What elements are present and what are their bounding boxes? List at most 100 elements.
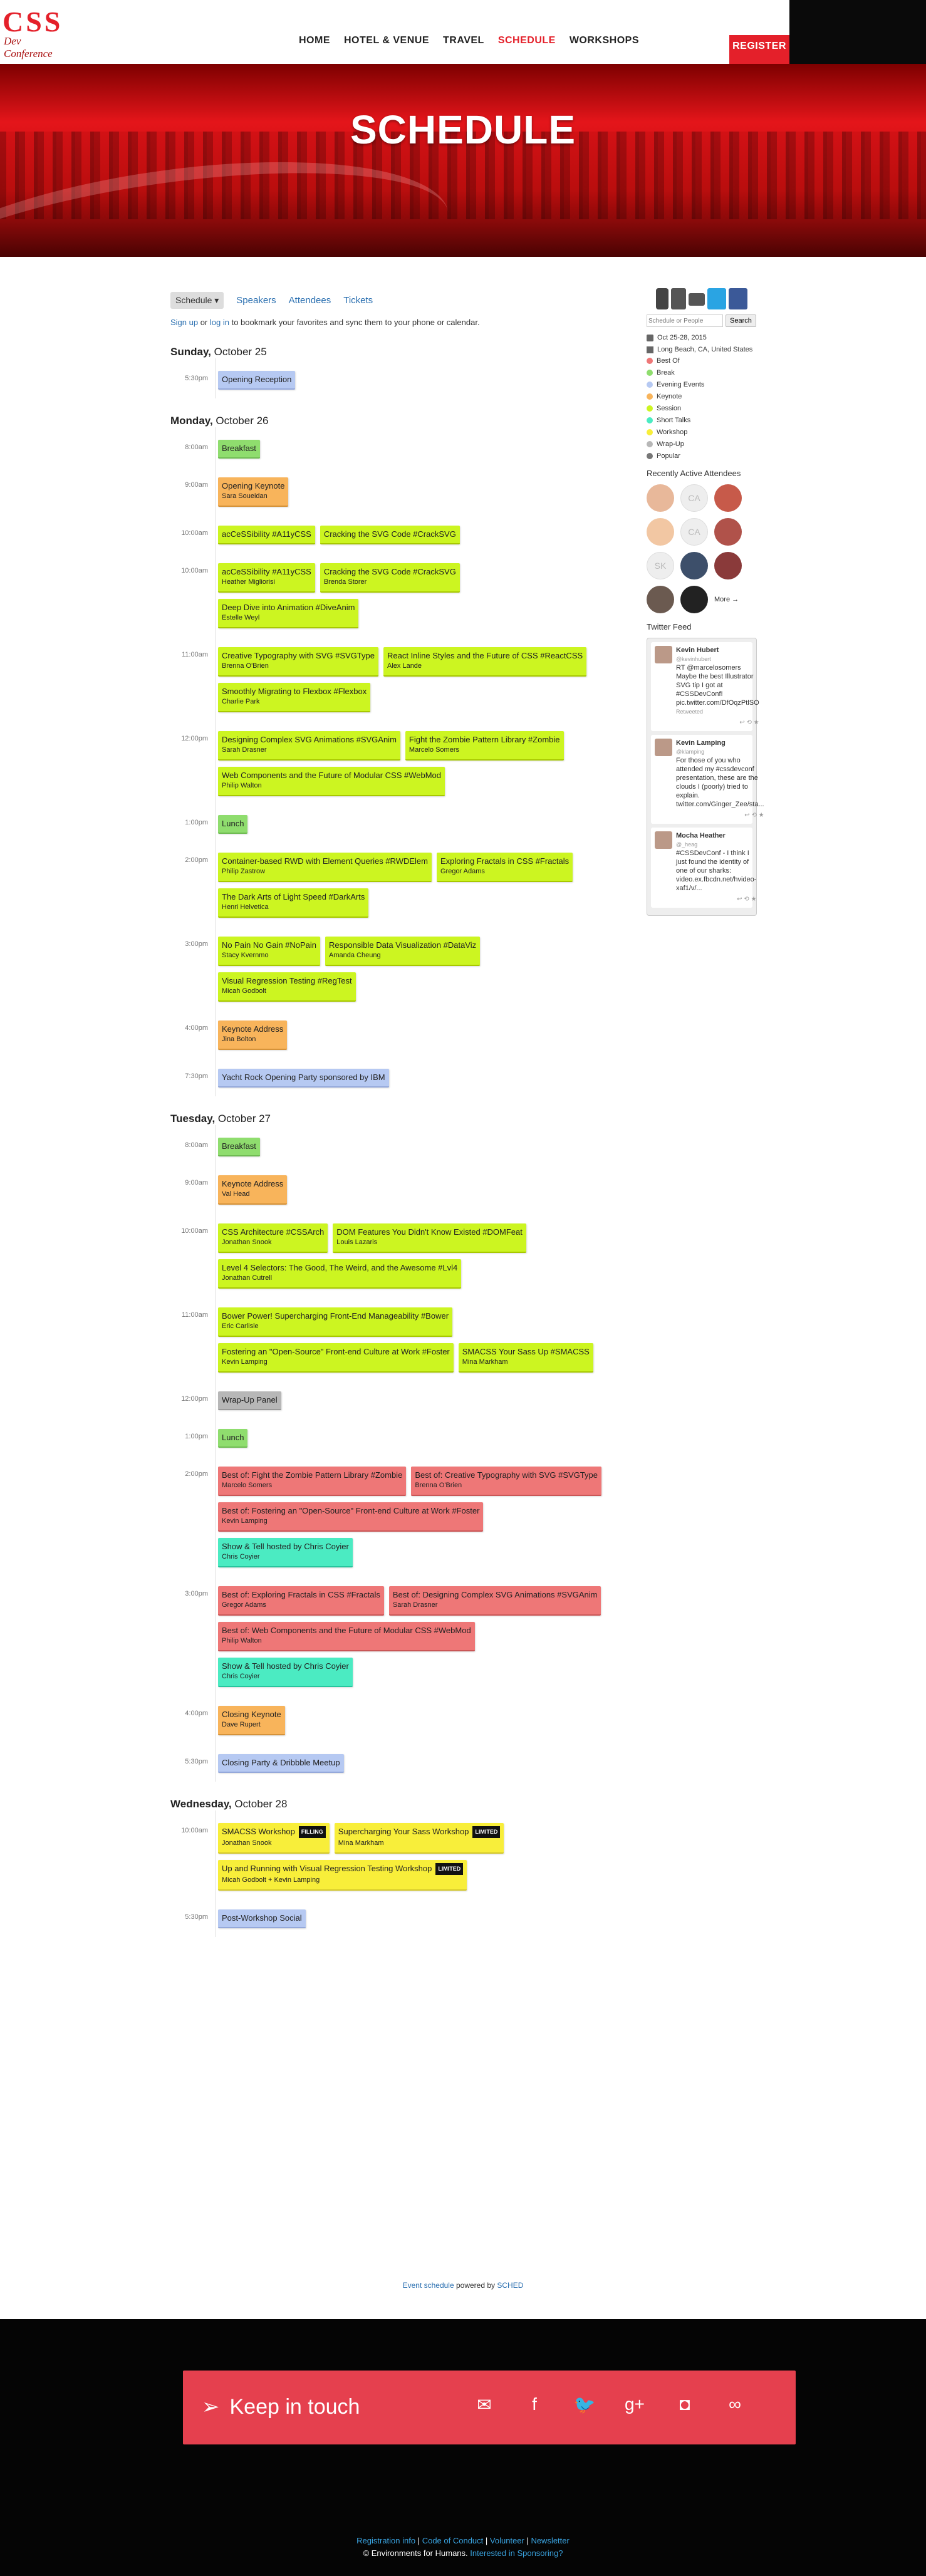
session-speaker[interactable]: Philip Walton [222, 781, 441, 791]
attendee-avatar[interactable] [647, 484, 674, 512]
session-speaker[interactable]: Micah Godbolt [222, 986, 352, 997]
session-speaker[interactable]: Sara Soueidan [222, 491, 284, 502]
session-card[interactable]: Breakfast [218, 440, 260, 459]
nav-hotel-venue[interactable]: HOTEL & VENUE [344, 35, 429, 46]
session-card[interactable]: Best of: Fostering an "Open-Source" Fron… [218, 1502, 484, 1532]
session-card[interactable]: Deep Dive into Animation #DiveAnim Estell… [218, 599, 359, 628]
tweet-handle[interactable]: @_heag [676, 840, 756, 849]
session-speaker[interactable]: Jina Bolton [222, 1034, 283, 1045]
session-speaker[interactable]: Heather Migliorisi [222, 577, 311, 588]
session-speaker[interactable]: Charlie Park [222, 697, 367, 707]
attendee-avatar[interactable] [647, 518, 674, 546]
session-card[interactable]: Exploring Fractals in CSS #Fractals Grego… [436, 853, 573, 882]
session-speaker[interactable]: Chris Coyier [222, 1671, 349, 1682]
legend-item[interactable]: Best Of [647, 357, 757, 365]
session-card[interactable]: acCeSSibility #A11yCSS Heather Migliorisi [218, 563, 315, 593]
legend-item[interactable]: Popular [647, 452, 757, 460]
attendee-avatar[interactable] [714, 518, 742, 546]
legend-item[interactable]: Break [647, 369, 757, 377]
session-card[interactable]: Supercharging Your Sass Workshop LIMITED M… [334, 1823, 504, 1854]
session-speaker[interactable]: Louis Lazaris [336, 1237, 523, 1248]
session-card[interactable]: Opening Reception [218, 371, 296, 390]
legend-item[interactable]: Session [647, 405, 757, 412]
retweet-icon[interactable]: ⟲ [744, 896, 751, 903]
session-speaker[interactable]: Amanda Cheung [329, 950, 476, 961]
session-speaker[interactable]: Dave Rupert [222, 1720, 281, 1730]
retweet-icon[interactable]: ⟲ [747, 719, 754, 726]
footer-registration-link[interactable]: Registration info [356, 2536, 415, 2545]
site-logo[interactable]: CSS Dev Conference [3, 8, 65, 60]
session-card[interactable]: Closing Party & Dribbble Meetup [218, 1754, 344, 1773]
attendee-avatar[interactable] [714, 552, 742, 579]
session-card[interactable]: No Pain No Gain #NoPain Stacy Kvernmo [218, 937, 321, 966]
legend-item[interactable]: Workshop [647, 428, 757, 436]
attendee-avatar[interactable] [714, 484, 742, 512]
session-card[interactable]: Up and Running with Visual Regression Te… [218, 1860, 467, 1891]
session-card[interactable]: Fostering an "Open-Source" Front-end Cul… [218, 1343, 454, 1373]
tweet-avatar[interactable] [655, 646, 672, 663]
session-card[interactable]: SMACSS Workshop FILLING Jonathan Snook [218, 1823, 330, 1854]
session-card[interactable]: Breakfast [218, 1138, 260, 1156]
reply-icon[interactable]: ↩ [744, 812, 751, 819]
tweet-avatar[interactable] [655, 739, 672, 756]
email-icon[interactable]: ✉ [471, 2394, 497, 2415]
session-card[interactable]: Best of: Fight the Zombie Pattern Librar… [218, 1467, 407, 1496]
session-speaker[interactable]: Marcelo Somers [222, 1480, 402, 1491]
session-card[interactable]: Cracking the SVG Code #CrackSVG [320, 526, 460, 544]
reply-icon[interactable]: ↩ [737, 896, 744, 903]
nav-workshops[interactable]: WORKSHOPS [570, 35, 639, 46]
session-card[interactable]: Level 4 Selectors: The Good, The Weird, … [218, 1259, 462, 1289]
session-speaker[interactable]: Brenda Storer [324, 577, 456, 588]
session-card[interactable]: Web Components and the Future of Modular… [218, 767, 445, 796]
attendee-avatar[interactable]: SK [647, 552, 674, 579]
session-card[interactable]: Closing Keynote Dave Rupert [218, 1706, 285, 1735]
attendee-avatar[interactable] [647, 586, 674, 613]
session-card[interactable]: acCeSSibility #A11yCSS [218, 526, 315, 544]
session-speaker[interactable]: Stacy Kvernmo [222, 950, 316, 961]
session-speaker[interactable]: Philip Walton [222, 1636, 471, 1646]
attendee-avatar[interactable] [680, 586, 708, 613]
facebook-icon[interactable] [729, 288, 747, 309]
session-card[interactable]: Keynote Address Jina Bolton [218, 1021, 288, 1050]
nav-travel[interactable]: TRAVEL [443, 35, 484, 46]
session-card[interactable]: Best of: Creative Typography with SVG #S… [411, 1467, 601, 1496]
session-speaker[interactable]: Henri Helvetica [222, 902, 365, 913]
facebook-icon[interactable]: f [521, 2394, 548, 2415]
google-plus-icon[interactable]: g+ [622, 2394, 648, 2415]
session-card[interactable]: Smoothly Migrating to Flexbox #Flexbox Ch… [218, 683, 371, 712]
session-speaker[interactable]: Brenna O'Brien [415, 1480, 598, 1491]
session-card[interactable]: Yacht Rock Opening Party sponsored by IB… [218, 1069, 389, 1088]
session-card[interactable]: Best of: Exploring Fractals in CSS #Frac… [218, 1586, 384, 1616]
session-card[interactable]: Show & Tell hosted by Chris Coyier Chris … [218, 1658, 353, 1687]
nav-schedule[interactable]: SCHEDULE [498, 35, 556, 46]
session-speaker[interactable]: Chris Coyier [222, 1552, 349, 1562]
session-card[interactable]: Wrap-Up Panel [218, 1391, 281, 1410]
session-card[interactable]: Lunch [218, 815, 248, 834]
tweet-author[interactable]: Mocha Heather [676, 832, 726, 839]
print-icon[interactable] [671, 288, 686, 309]
session-speaker[interactable]: Alex Lande [387, 661, 583, 672]
legend-item[interactable]: Keynote [647, 393, 757, 400]
session-speaker[interactable]: Marcelo Somers [409, 745, 560, 756]
attendee-avatar[interactable] [680, 552, 708, 579]
session-speaker[interactable]: Mina Markham [338, 1838, 501, 1849]
instagram-icon[interactable]: ◘ [672, 2394, 698, 2415]
session-speaker[interactable]: Estelle Weyl [222, 613, 355, 623]
session-card[interactable]: Creative Typography with SVG #SVGType Bre… [218, 647, 378, 677]
session-card[interactable]: The Dark Arts of Light Speed #DarkArts He… [218, 888, 369, 918]
signup-link[interactable]: Sign up [170, 318, 198, 327]
session-card[interactable]: Opening Keynote Sara Soueidan [218, 477, 289, 507]
legend-item[interactable]: Evening Events [647, 381, 757, 388]
sponsoring-link[interactable]: Interested in Sponsoring? [470, 2548, 563, 2558]
session-card[interactable]: Designing Complex SVG Animations #SVGAni… [218, 731, 400, 761]
session-card[interactable]: Fight the Zombie Pattern Library #Zombie… [405, 731, 564, 761]
session-speaker[interactable]: Sarah Drasner [222, 745, 397, 756]
session-card[interactable]: Bower Power! Supercharging Front-End Man… [218, 1307, 453, 1337]
session-speaker[interactable]: Kevin Lamping [222, 1516, 479, 1527]
session-speaker[interactable]: Jonathan Snook [222, 1237, 324, 1248]
session-card[interactable]: CSS Architecture #CSSArch Jonathan Snook [218, 1223, 328, 1253]
session-speaker[interactable]: Jonathan Snook [222, 1838, 326, 1849]
reply-icon[interactable]: ↩ [739, 719, 746, 726]
twitter-icon[interactable]: 🐦 [571, 2394, 598, 2415]
footer-newsletter-link[interactable]: Newsletter [531, 2536, 569, 2545]
